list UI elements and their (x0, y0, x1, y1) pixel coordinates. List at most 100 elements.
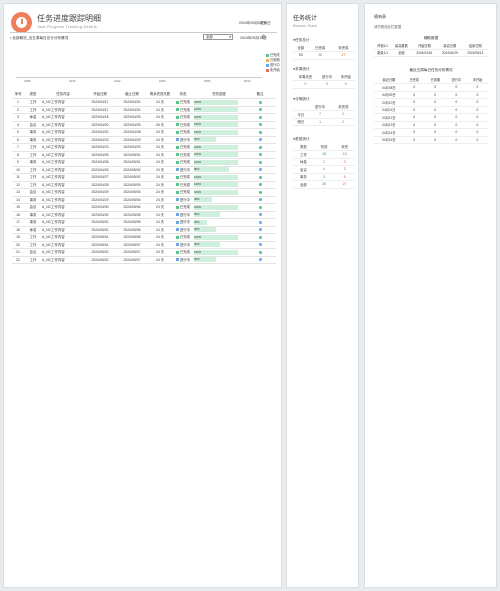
table-cell: 24 天 (148, 241, 172, 249)
table-row[interactable]: 13 会议 A_NC工作内容 2024/04/29 2024/05/03 24 天 已完成 1… (12, 188, 276, 197)
table-cell: 2024/05/01 (84, 218, 116, 227)
cell: 0 (293, 80, 318, 89)
progress-cell: 100% (194, 233, 244, 242)
table-row[interactable]: 3 休息 A_NC工作内容 2024/04/18 2024/04/25 24 天 已完成 10… (12, 113, 276, 122)
note-cell (244, 106, 276, 114)
progress-label: 100% (194, 174, 202, 179)
cell: 27 (331, 51, 355, 60)
note-cell (244, 166, 276, 174)
table-cell: A_NC工作内容 (42, 241, 84, 249)
cell: 53 (293, 51, 309, 60)
table-cell: 12 (12, 181, 24, 189)
progress-cell: 60% (194, 241, 244, 249)
progress-cell: 100% (194, 128, 244, 137)
table-row[interactable]: 17 事务 A_NC工作内容 2024/05/01 2024/05/05 24 天 进行中 3… (12, 218, 276, 227)
status-dot-icon (258, 123, 262, 127)
note-cell (244, 233, 276, 242)
status-indicator (175, 235, 179, 239)
status-dot-icon (258, 258, 262, 262)
status-dot-icon (258, 228, 262, 232)
table-row[interactable]: 16 事务 A_NC工作内容 2024/04/30 2024/05/05 24 天 进行中 6… (12, 211, 276, 219)
cell: 04月09日 (374, 91, 404, 99)
cell: 0 (336, 80, 355, 89)
clock-logo-icon (11, 12, 32, 33)
table-row[interactable]: 11 工作 A_NC工作内容 2024/04/27 2024/05/02 24 天 已完成 1… (12, 173, 276, 182)
table-cell: 11 (12, 173, 24, 182)
cell: 本周未完 (293, 73, 318, 81)
cell: 0 (317, 80, 337, 89)
table-row[interactable]: 1 工作 A_NC工作内容 2024/04/17 2024/04/24 24 天 已完成 10… (12, 98, 276, 107)
table-cell: 事务 (24, 128, 42, 137)
progress-bar: 100% (194, 99, 238, 105)
progress-label: 50% (194, 137, 200, 142)
progress-cell: 50% (194, 226, 244, 234)
table-row[interactable]: 5 事务 A_NC工作内容 2024/04/22 2024/04/28 24 天 已完成 10… (12, 128, 276, 137)
column-header: 已完成 (403, 76, 425, 84)
table-row[interactable]: 14 事务 A_NC工作内容 2024/04/29 2024/05/04 24 天 进行中 4… (12, 196, 276, 204)
cell: 04月15日 (374, 136, 404, 144)
table-row[interactable]: 7 工作 A_NC工作内容 2024/04/23 2024/04/29 24 天 已完成 10… (12, 143, 276, 152)
table-cell: 13 (12, 188, 24, 197)
status-text: 已完成 (179, 115, 191, 119)
note-cell (244, 143, 276, 152)
table-cell: 18 (12, 226, 24, 234)
table-row[interactable]: 20 工作 A_NC工作内容 2024/05/01 2024/05/07 24 天 进行中 6… (12, 241, 276, 249)
cell: 0 (403, 136, 425, 144)
status-dot-icon (258, 205, 262, 209)
cell: 2 (313, 158, 335, 166)
table-row[interactable]: 15 会议 A_NC工作内容 2024/04/30 2024/05/04 24 天 已完成 1… (12, 203, 276, 212)
cell: 工作 (293, 150, 314, 159)
status-dot-icon (258, 198, 262, 202)
note-cell (244, 203, 276, 212)
progress-cell: 100% (194, 203, 244, 212)
table-cell: A_NC工作内容 (42, 218, 84, 227)
table-row: 04月12日 0 0 0 0 (374, 113, 488, 122)
status-cell: 进行中 (172, 196, 194, 204)
progress-label: 40% (194, 197, 200, 202)
table-cell: 9 (12, 158, 24, 167)
table-row[interactable]: 4 会议 A_NC工作内容 2024/04/20 2024/04/25 26 天 已完成 10… (12, 121, 276, 129)
cell: 26 (308, 51, 332, 60)
table-cell: 2024/04/25 (116, 113, 148, 122)
status-indicator (175, 153, 179, 157)
table-row[interactable]: 2 工作 A_NC工作内容 2024/04/17 2024/04/24 24 天 已完成 10… (12, 106, 276, 114)
table-row[interactable]: 9 事务 A_NC工作内容 2024/04/26 2024/05/01 24 天 已完成 10… (12, 158, 276, 167)
status-text: 进行中 (179, 242, 191, 247)
table-row[interactable]: 22 工作 A_NC工作内容 2024/05/02 2024/05/07 24 天 进行中 5… (12, 256, 276, 264)
table-cell: 24 天 (148, 173, 172, 182)
settings-icon[interactable]: ⚙ (261, 34, 266, 41)
chart-legend: 已完成 已到期 进行中 未开始 (266, 53, 280, 73)
progress-bar: 50% (194, 257, 216, 263)
table-cell: A_NC工作内容 (42, 166, 84, 174)
status-dot-icon (258, 175, 262, 179)
table-cell: 24 天 (148, 233, 172, 242)
cell: 0 (466, 121, 488, 129)
progress-bar: 100% (194, 144, 238, 150)
table-cell: 2 (12, 106, 24, 114)
table-row[interactable]: 6 事务 A_NC工作内容 2024/04/23 2024/04/29 24 天 进行中 50… (12, 136, 276, 144)
table-row[interactable]: 10 工作 A_NC工作内容 2024/04/26 2024/05/02 24 天 进行中 8… (12, 166, 276, 174)
type-section-title: ●类型统计 (293, 137, 310, 141)
table-cell: 会议 (24, 121, 42, 129)
cell: 未开始 (336, 73, 355, 81)
table-cell: 14 (12, 196, 24, 204)
status-text: 已完成 (179, 160, 191, 164)
type-select[interactable]: 全部 ▾ (203, 34, 233, 40)
table-cell: 工作 (24, 173, 42, 182)
progress-bar: 100% (194, 182, 238, 188)
cell: 18 (313, 150, 335, 159)
status-dot-icon (258, 160, 262, 164)
cell: 未完 (334, 143, 355, 151)
table-row[interactable]: 19 工作 A_NC工作内容 2024/05/01 2024/05/06 24 天 已完成 1… (12, 233, 276, 242)
cell: 开始日期 (411, 42, 438, 50)
status-text: 已完成 (179, 122, 191, 127)
cell: 04月12日 (374, 113, 404, 122)
table-row[interactable]: 21 会议 A_NC工作内容 2024/05/02 2024/05/07 24 天 已完成 1… (12, 248, 276, 257)
cell: 0 (403, 121, 425, 129)
divider (10, 32, 277, 33)
table-row[interactable]: 18 休息 A_NC工作内容 2024/05/01 2024/05/06 24 天 进行中 5… (12, 226, 276, 234)
table-cell: 10 (12, 166, 24, 174)
table-row[interactable]: 8 工作 A_NC工作内容 2024/04/25 2024/05/01 24 天 已完成 10… (12, 151, 276, 159)
cell: 0 (424, 83, 446, 92)
table-row[interactable]: 12 工作 A_NC工作内容 2024/04/28 2024/05/03 24 天 已完成 1… (12, 181, 276, 189)
